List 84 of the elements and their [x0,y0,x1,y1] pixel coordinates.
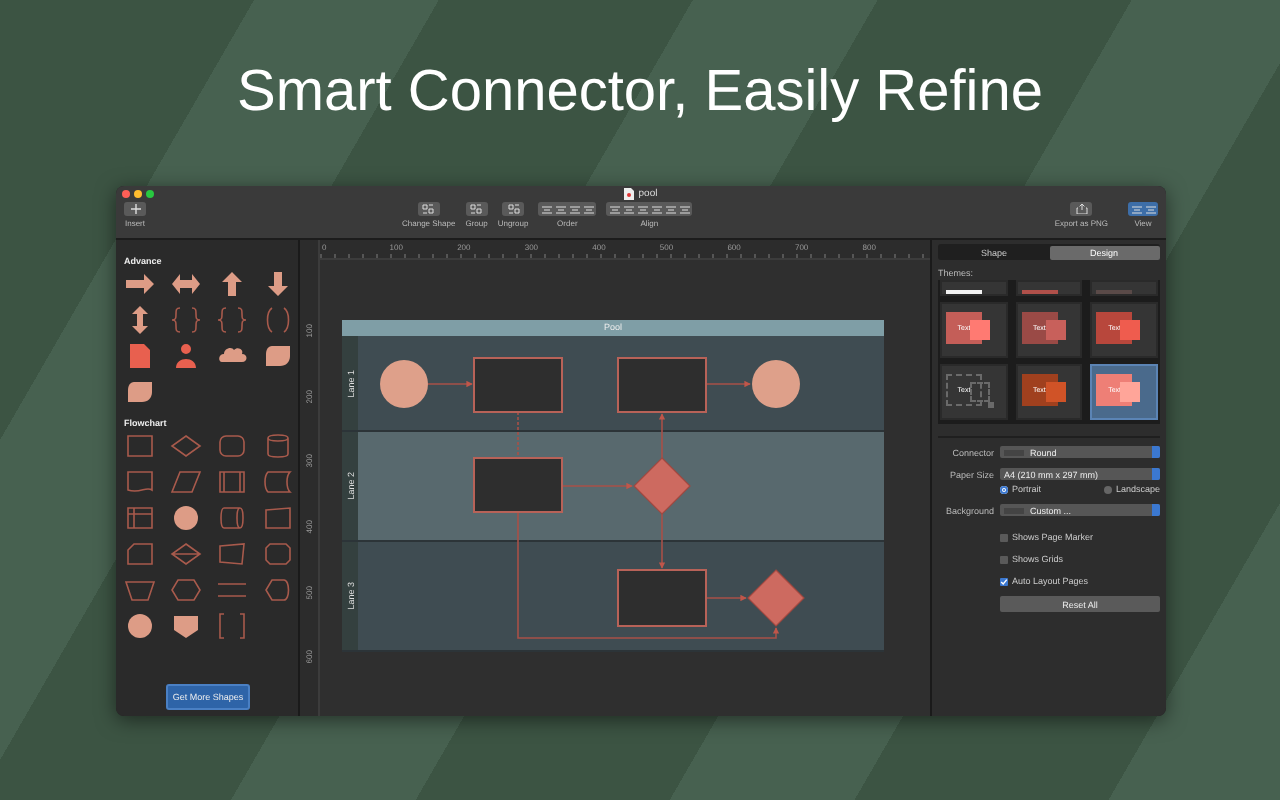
shape-tile-icon[interactable] [170,612,202,640]
toolbar-icon-button[interactable] [664,203,677,215]
shape-tile-icon[interactable] [262,306,294,334]
connector-arrow[interactable] [658,413,666,459]
layers-icon [583,205,594,213]
document-icon [624,188,635,200]
shape-tile-icon[interactable] [124,432,156,460]
process-box[interactable] [617,357,707,413]
connector-arrow[interactable] [517,511,780,639]
toolbar-icon-button[interactable] [650,203,663,215]
toolbar-icon-button[interactable] [608,203,621,215]
decision-diamond[interactable] [747,569,805,627]
toolbar-icon-button[interactable] [1130,203,1142,215]
ungroup-icon [507,204,519,214]
plus-icon [129,204,141,214]
toolbar-icon-button[interactable] [636,203,649,215]
connector-arrow[interactable] [658,513,666,569]
align-icon [623,205,634,213]
shape-tile-icon[interactable] [262,468,294,496]
theme-thumbnail[interactable] [940,280,1008,296]
align-icon [665,205,676,213]
shape-tile-icon[interactable] [216,306,248,334]
align-icon [609,205,620,213]
connector-arrow[interactable] [427,380,473,388]
shape-tile-icon[interactable] [170,432,202,460]
shape-tile-icon[interactable] [124,342,156,370]
headline: Smart Connector, Easily Refine [235,58,1045,128]
shape-tile-icon[interactable] [124,576,156,604]
toolbar-icon-button[interactable] [568,203,581,215]
close-icon[interactable] [122,190,130,198]
theme-thumbnail[interactable] [1015,280,1083,296]
toolbar-icon-button[interactable] [582,203,595,215]
shape-tile-icon[interactable] [124,540,156,568]
toolbar-icon-button[interactable] [554,203,567,215]
connector-line[interactable] [517,411,519,459]
shape-tile-icon[interactable] [216,432,248,460]
share-icon [1075,204,1088,214]
process-box[interactable] [617,569,707,627]
minimize-icon[interactable] [134,190,142,198]
connector-arrow[interactable] [705,594,747,602]
shape-tile-icon[interactable] [170,540,202,568]
align-icon [637,205,648,213]
layers-icon [555,205,566,213]
shape-tile-icon[interactable] [262,342,294,370]
shape-tile-icon[interactable] [124,504,156,532]
connector-arrow[interactable] [705,380,751,388]
shape-tile-icon[interactable] [216,612,248,640]
shape-tile-icon[interactable] [170,504,202,532]
shape-tile-icon[interactable] [170,306,202,334]
shape-tile-icon[interactable] [124,378,156,406]
align-icon [651,205,662,213]
process-box[interactable] [473,357,563,413]
shape-tile-icon[interactable] [124,270,156,298]
layers-icon [541,205,552,213]
toolbar-icon-button[interactable] [540,203,553,215]
shape-tile-icon[interactable] [262,504,294,532]
decision-diamond[interactable] [633,457,691,515]
shape-tile-icon[interactable] [216,540,248,568]
end-circle[interactable] [752,360,800,408]
shape-tile-icon[interactable] [262,540,294,568]
start-circle[interactable] [380,360,428,408]
shape-tile-icon[interactable] [262,432,294,460]
checkmark-icon [1000,577,1008,585]
theme-thumbnail[interactable] [1090,280,1158,296]
align-icon [679,205,690,213]
toolbar-icon-button[interactable] [622,203,635,215]
shape-tile-icon[interactable] [170,576,202,604]
shape-tile-icon[interactable] [124,612,156,640]
panel-icon [1131,205,1141,213]
shape-tile-icon[interactable] [124,468,156,496]
shape-tile-icon[interactable] [170,342,202,370]
shape-tile-icon[interactable] [216,504,248,532]
toolbar-icon-button[interactable] [1144,203,1156,215]
panel-icon [1145,205,1155,213]
shape-tile-icon[interactable] [216,468,248,496]
shape-tile-icon[interactable] [262,576,294,604]
zoom-icon[interactable] [146,190,154,198]
group-icon [470,204,483,214]
layers-icon [569,205,580,213]
shapes-icon [422,204,435,214]
shape-tile-icon[interactable] [170,468,202,496]
toolbar-icon-button[interactable] [678,203,691,215]
shape-tile-icon[interactable] [170,270,202,298]
process-box[interactable] [473,457,563,513]
